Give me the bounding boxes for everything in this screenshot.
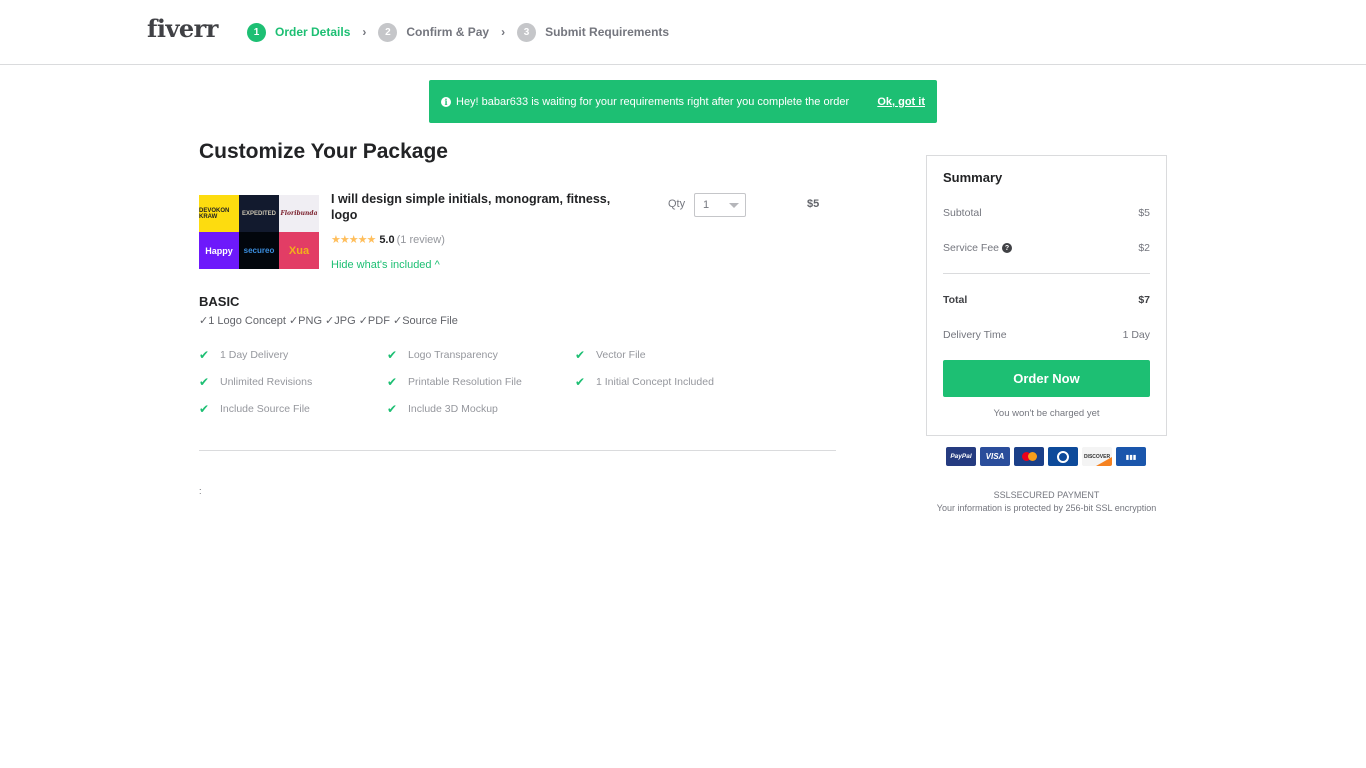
star-rating-icon: ★★★★★ <box>331 234 376 246</box>
caret-down-icon <box>729 203 739 208</box>
step-label: Confirm & Pay <box>406 25 490 39</box>
checkmark-icon: ✔ <box>387 375 398 389</box>
top-header: fiverr 1 Order Details › 2 Confirm & Pay… <box>0 0 1366 65</box>
mastercard-icon <box>1014 447 1044 466</box>
stray-text: : <box>199 486 202 496</box>
step-label: Order Details <box>275 25 351 39</box>
thumbnail-tile: Xua <box>279 232 319 269</box>
info-icon: i <box>441 96 451 107</box>
package-description: ✓1 Logo Concept ✓PNG ✓JPG ✓PDF ✓Source F… <box>199 315 458 327</box>
qty-label: Qty <box>668 198 686 210</box>
total-label: Total <box>943 294 968 306</box>
step-number: 1 <box>247 22 266 42</box>
summary-divider <box>943 273 1150 274</box>
step-order-details: 1 Order Details <box>247 22 351 42</box>
ssl-title: SSLSECURED PAYMENT <box>993 490 1100 500</box>
dismiss-banner-link[interactable]: Ok, got it <box>877 96 925 108</box>
review-count: (1 review) <box>396 233 445 246</box>
gig-thumbnail: DEVOKON KRAW EXPEDITED Floribunda Happy … <box>199 195 319 269</box>
thumbnail-tile: Happy <box>199 232 239 269</box>
service-fee-row: Service Fee? $2 <box>943 242 1150 254</box>
fiverr-logo[interactable]: fiverr <box>147 14 218 43</box>
delivery-value: 1 Day <box>1122 329 1150 341</box>
checkmark-icon: ✔ <box>387 402 398 416</box>
package-name: BASIC <box>199 294 240 309</box>
checkmark-icon: ✔ <box>575 375 586 389</box>
checkmark-icon: ✔ <box>387 348 398 362</box>
banner-message: Hey! babar633 is waiting for your requir… <box>456 95 850 108</box>
summary-title: Summary <box>943 170 1003 185</box>
rating-value: 5.0 <box>379 233 395 246</box>
step-confirm-pay: 2 Confirm & Pay <box>378 22 490 42</box>
checkmark-icon: ✔ <box>199 375 210 389</box>
gig-title: I will design simple initials, monogram,… <box>331 192 611 222</box>
no-charge-note: You won't be charged yet <box>993 408 1100 419</box>
paypal-icon: PayPal <box>946 447 976 466</box>
total-row: Total $7 <box>943 294 1150 306</box>
feature-label: 1 Day Delivery <box>220 349 289 361</box>
payment-methods: PayPal VISA DISCOVER ▮▮▮ <box>946 447 1146 466</box>
thumbnail-tile: Floribunda <box>279 195 319 232</box>
step-number: 3 <box>517 22 537 42</box>
step-label: Submit Requirements <box>545 25 670 39</box>
service-fee-label: Service Fee <box>943 242 1000 254</box>
diners-club-icon <box>1048 447 1078 466</box>
feature-label: Printable Resolution File <box>408 376 522 388</box>
checkmark-icon: ✔ <box>199 348 210 362</box>
feature-label: 1 Initial Concept Included <box>596 376 714 388</box>
feature-item: ✔ Logo Transparency <box>387 348 575 362</box>
subtotal-label: Subtotal <box>943 207 982 219</box>
chevron-right-icon: › <box>501 25 506 39</box>
feature-item: ✔ Include 3D Mockup <box>387 402 575 416</box>
jcb-icon: ▮▮▮ <box>1116 447 1146 466</box>
order-now-button[interactable]: Order Now <box>943 360 1150 397</box>
hide-included-toggle[interactable]: Hide what's included ^ <box>331 259 440 271</box>
chevron-right-icon: › <box>362 25 367 39</box>
thumbnail-tile: secureo <box>239 232 279 269</box>
feature-label: Unlimited Revisions <box>220 376 313 388</box>
requirements-banner: i Hey! babar633 is waiting for your requ… <box>429 80 937 123</box>
gig-rating: ★★★★★ 5.0 (1 review) <box>331 233 445 247</box>
feature-label: Include 3D Mockup <box>408 403 498 415</box>
ssl-description: Your information is protected by 256-bit… <box>936 503 1157 513</box>
gig-price: $5 <box>807 198 820 210</box>
feature-item: ✔ Unlimited Revisions <box>199 375 387 389</box>
feature-label: Include Source File <box>220 403 310 415</box>
section-divider <box>199 450 836 451</box>
qty-value: 1 <box>703 199 710 211</box>
delivery-time-row: Delivery Time 1 Day <box>943 329 1150 341</box>
thumbnail-tile: EXPEDITED <box>239 195 279 232</box>
page-title: Customize Your Package <box>199 140 448 163</box>
feature-item: ✔ Include Source File <box>199 402 387 416</box>
help-icon[interactable]: ? <box>1002 243 1013 254</box>
discover-icon: DISCOVER <box>1082 447 1112 466</box>
checkout-steps: 1 Order Details › 2 Confirm & Pay › 3 Su… <box>247 22 669 42</box>
step-number: 2 <box>378 22 398 42</box>
order-summary: Summary Subtotal $5 Service Fee? $2 Tota… <box>926 155 1167 436</box>
delivery-label: Delivery Time <box>943 329 1007 341</box>
thumbnail-tile: DEVOKON KRAW <box>199 195 239 232</box>
service-fee-value: $2 <box>1138 242 1150 254</box>
checkmark-icon: ✔ <box>199 402 210 416</box>
quantity-select[interactable]: 1 <box>694 193 746 217</box>
total-value: $7 <box>1138 294 1150 306</box>
step-submit-requirements: 3 Submit Requirements <box>517 22 670 42</box>
feature-item: ✔ 1 Day Delivery <box>199 348 387 362</box>
feature-label: Logo Transparency <box>408 349 498 361</box>
feature-item: ✔ 1 Initial Concept Included <box>575 375 763 389</box>
package-features: ✔ 1 Day Delivery ✔ Logo Transparency ✔ Vect… <box>199 348 763 416</box>
feature-item: ✔ Printable Resolution File <box>387 375 575 389</box>
visa-icon: VISA <box>980 447 1010 466</box>
checkmark-icon: ✔ <box>575 348 586 362</box>
subtotal-row: Subtotal $5 <box>943 207 1150 219</box>
subtotal-value: $5 <box>1138 207 1150 219</box>
feature-label: Vector File <box>596 349 646 361</box>
feature-item: ✔ Vector File <box>575 348 763 362</box>
